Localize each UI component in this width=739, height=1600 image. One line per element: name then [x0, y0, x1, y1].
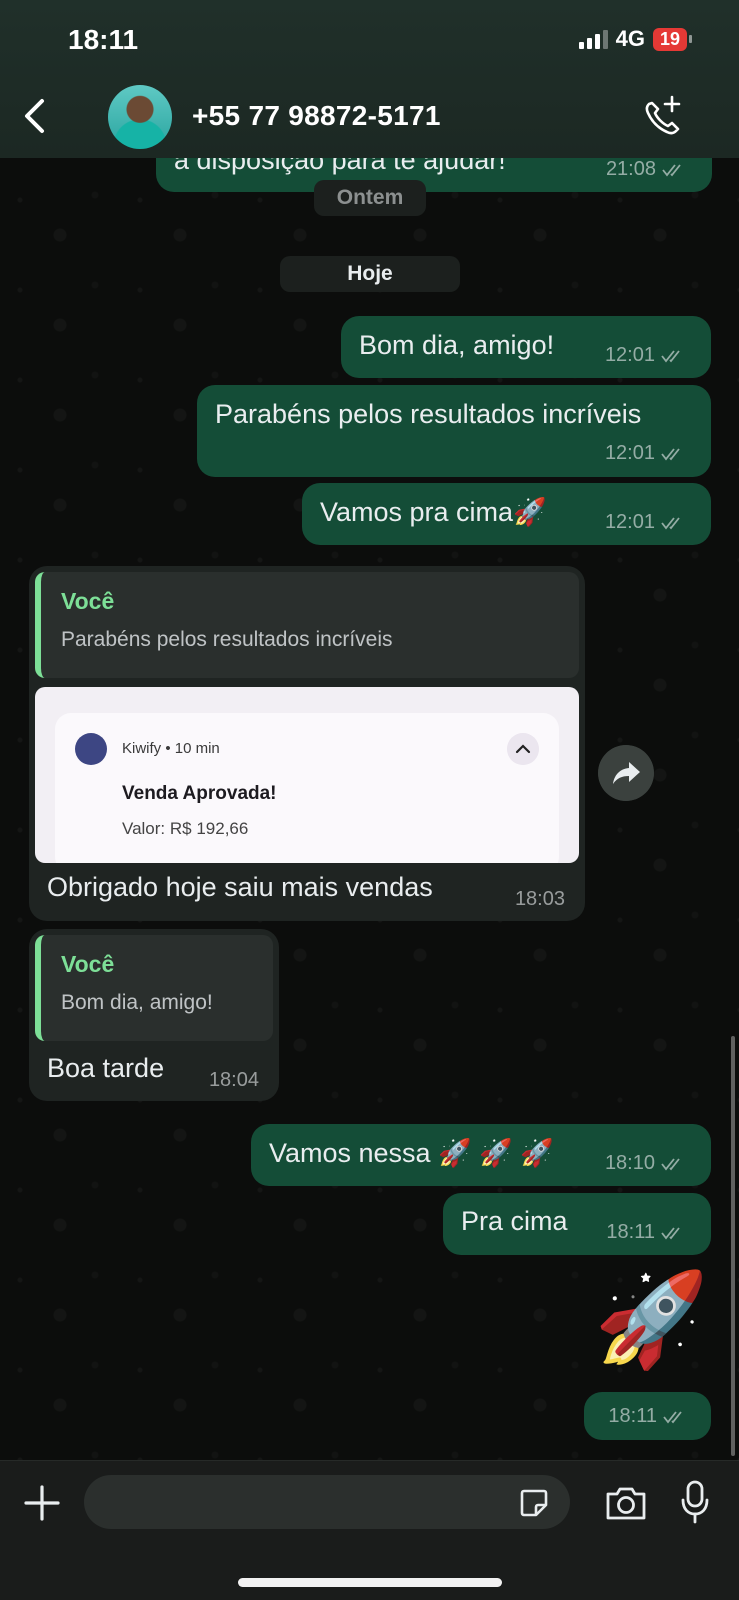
message-meta: 12:01 [605, 344, 689, 367]
message-time: 18:04 [208, 1069, 259, 1091]
composer-bar [0, 1460, 739, 1600]
message-time: 12:01 [604, 442, 655, 464]
message-text: Pra cima [461, 1206, 568, 1236]
forward-icon[interactable] [598, 745, 654, 801]
message-time: 12:01 [604, 344, 655, 366]
message-time: 12:01 [604, 511, 655, 533]
message-text: Parabéns pelos resultados incríveis [215, 399, 642, 429]
message-meta: 12:01 [605, 511, 689, 534]
double-check-icon [661, 1157, 680, 1170]
message-meta: 18:10 [605, 1152, 689, 1175]
home-indicator[interactable] [238, 1578, 502, 1587]
message-bubble-outgoing[interactable]: Vamos nessa 🚀 🚀 🚀 18:10 [251, 1124, 711, 1186]
message-bubble-outgoing[interactable]: Bom dia, amigo! 12:01 [341, 316, 711, 378]
double-check-icon [663, 1410, 682, 1423]
message-meta: 21:08 [606, 158, 690, 181]
notification-title: Venda Aprovada! [122, 783, 277, 804]
message-bubble-incoming[interactable]: Você Parabéns pelos resultados incríveis… [29, 566, 585, 921]
message-meta: 12:01 [605, 442, 689, 465]
battery-indicator: 19 [652, 27, 693, 51]
mic-icon[interactable] [680, 1479, 710, 1525]
quote-author: Você [61, 951, 115, 977]
date-separator-ontem: Ontem [314, 180, 426, 216]
camera-icon[interactable] [604, 1483, 648, 1523]
message-bubble-outgoing[interactable]: Parabéns pelos resultados incríveis 12:0… [197, 385, 711, 477]
quote-text: Parabéns pelos resultados incríveis [61, 628, 393, 651]
image-attachment[interactable]: Kiwify • 10 min Venda Aprovada! Valor: R… [35, 687, 579, 863]
message-time: 18:03 [514, 888, 565, 910]
double-check-icon [661, 349, 680, 362]
quoted-message[interactable]: Você Parabéns pelos resultados incríveis [35, 572, 579, 678]
message-text: Boa tarde [47, 1053, 165, 1083]
message-time: 21:08 [605, 158, 656, 180]
network-label: 4G [615, 26, 645, 51]
message-bubble-outgoing[interactable]: Vamos pra cima🚀 12:01 [302, 483, 711, 545]
sticker-icon[interactable] [518, 1487, 550, 1519]
message-meta: 18:03 [515, 888, 565, 911]
contact-name[interactable]: +55 77 98872-5171 [192, 100, 441, 132]
double-check-icon [662, 163, 681, 176]
kiwify-logo-icon [75, 733, 107, 765]
message-text: Vamos nessa 🚀 🚀 🚀 [269, 1138, 554, 1168]
message-text: Bom dia, amigo! [359, 330, 555, 360]
message-time: 18:11 [606, 1221, 655, 1243]
notification-body: Valor: R$ 192,66 [122, 819, 249, 838]
quoted-message[interactable]: Você Bom dia, amigo! [35, 935, 273, 1041]
double-check-icon [661, 516, 680, 529]
chat-header: 18:11 4G 19 +55 77 98872-5171 [0, 0, 739, 158]
scrollbar[interactable] [731, 1036, 735, 1456]
message-text: Obrigado hoje saiu mais vendas [47, 872, 433, 902]
message-bubble-outgoing[interactable]: Pra cima 18:11 [443, 1193, 711, 1255]
back-icon[interactable] [22, 98, 46, 134]
status-indicators: 4G 19 [578, 26, 693, 52]
message-meta: 18:11 [606, 1221, 689, 1244]
notification-card: Kiwify • 10 min Venda Aprovada! Valor: R… [55, 713, 559, 863]
chevron-up-icon [507, 733, 539, 765]
quote-author: Você [61, 588, 115, 614]
message-input[interactable] [84, 1475, 570, 1529]
status-time: 18:11 [68, 24, 139, 55]
avatar[interactable] [108, 85, 172, 149]
quote-text: Bom dia, amigo! [61, 991, 213, 1014]
notification-app: Kiwify • 10 min [122, 740, 220, 757]
rocket-emoji[interactable]: 🚀 [594, 1274, 709, 1366]
message-time: 18:11 [608, 1405, 657, 1427]
message-meta: 18:11 [608, 1405, 691, 1428]
message-bubble-incoming[interactable]: Você Bom dia, amigo! Boa tarde 18:04 [29, 929, 279, 1101]
double-check-icon [661, 447, 680, 460]
double-check-icon [661, 1226, 680, 1239]
phone-add-icon[interactable] [641, 94, 683, 138]
plus-icon[interactable] [22, 1483, 62, 1523]
message-bubble-outgoing[interactable]: 18:11 [584, 1392, 711, 1440]
message-text: Vamos pra cima🚀 [320, 497, 547, 527]
date-separator-hoje: Hoje [280, 256, 460, 292]
message-meta: 18:04 [209, 1069, 259, 1092]
message-time: 18:10 [604, 1152, 655, 1174]
signal-icon [578, 29, 608, 49]
